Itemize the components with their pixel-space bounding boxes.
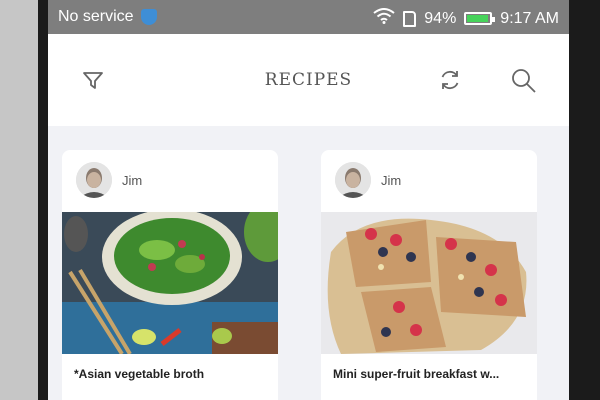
battery-percent: 94%: [424, 9, 457, 27]
wifi-icon: [373, 8, 395, 29]
recipe-card[interactable]: Jim *Asian vegetable broth: [62, 150, 278, 400]
phone-bezel-left: [38, 0, 48, 400]
page-title: RECIPES: [264, 70, 353, 90]
shield-icon: [140, 9, 157, 25]
recipe-title: Mini super-fruit breakfast w...: [333, 367, 500, 381]
refresh-icon[interactable]: [436, 66, 464, 94]
recipe-author: Jim: [76, 162, 142, 198]
status-right: 94% 9:17 AM: [365, 8, 559, 29]
author-name: Jim: [381, 172, 402, 188]
sim-icon: [403, 10, 417, 27]
status-bar: No service 94% 9:17 AM: [48, 0, 569, 34]
recipe-author: Jim: [335, 162, 401, 198]
battery-cap: [492, 17, 496, 22]
recipe-image: [62, 212, 278, 354]
phone-screen: No service 94% 9:17 AM RECIPES Jim *Asia…: [48, 0, 569, 400]
background-left: [0, 0, 38, 400]
app-bar: RECIPES: [48, 34, 569, 126]
recipe-card[interactable]: Jim Mini super-fruit breakfast w...: [321, 150, 537, 400]
recipe-title: *Asian vegetable broth: [74, 367, 205, 381]
recipe-image: [321, 212, 537, 354]
avatar: [76, 162, 112, 198]
search-icon[interactable]: [509, 66, 537, 94]
battery-level-fill: [467, 15, 488, 22]
clock-time: 9:17 AM: [500, 9, 559, 27]
status-left: No service: [58, 8, 157, 26]
carrier-text: No service: [58, 8, 134, 25]
author-name: Jim: [122, 172, 143, 188]
phone-bezel-right: [569, 0, 600, 400]
avatar: [335, 162, 371, 198]
battery-icon: [464, 12, 496, 25]
